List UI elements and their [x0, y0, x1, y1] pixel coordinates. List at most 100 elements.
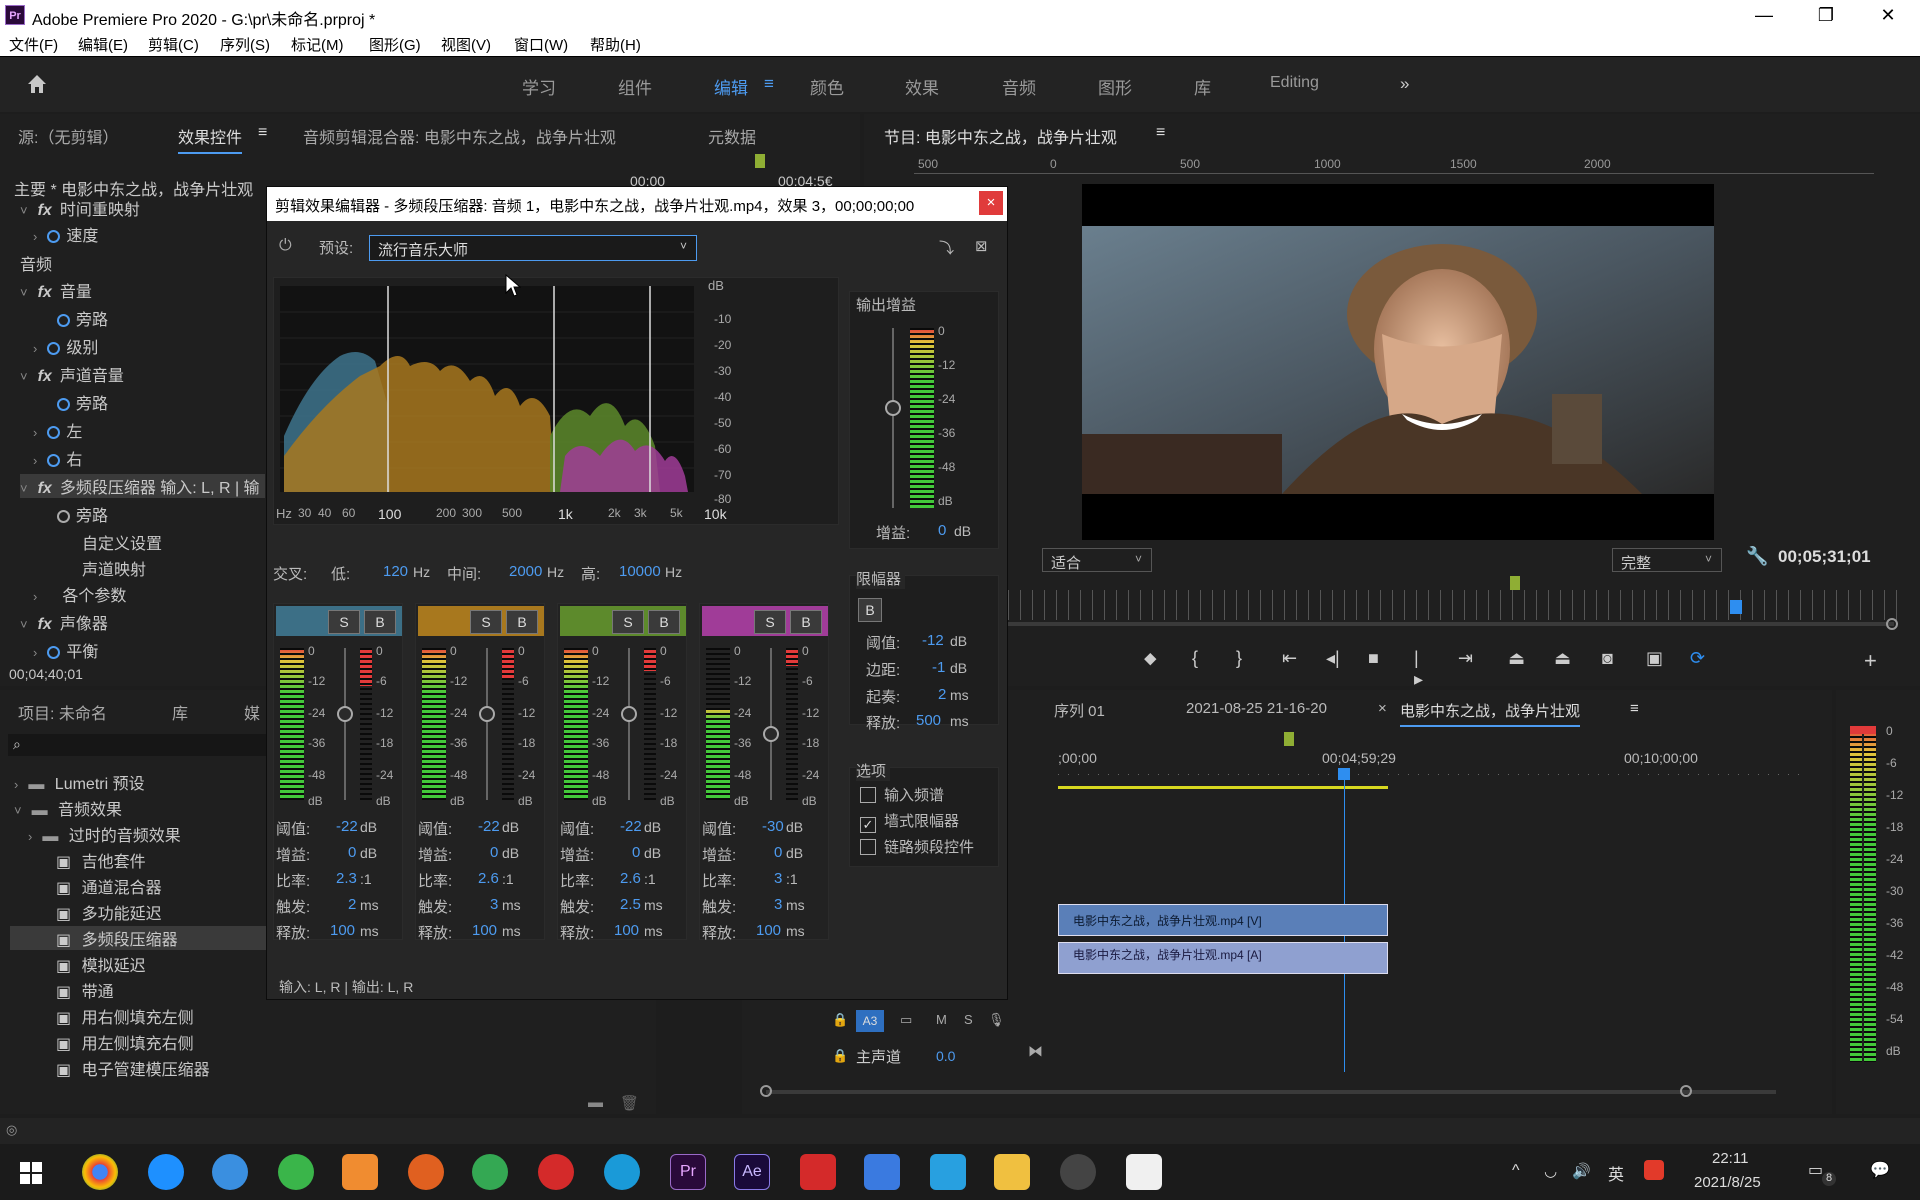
workspace-menu-icon[interactable]: ≡ [764, 74, 774, 94]
home-icon[interactable] [26, 73, 48, 95]
band-3-ratio-value[interactable]: 2.6 [620, 870, 641, 887]
timeline-menu-icon[interactable]: ≡ [1630, 700, 1639, 717]
menu-markers[interactable]: 标记(M) [291, 34, 344, 55]
menu-window[interactable]: 窗口(W) [514, 34, 568, 55]
solo-button[interactable]: S [964, 1012, 973, 1027]
band-2-solo-button[interactable]: S [470, 610, 502, 634]
output-gain-knob[interactable] [885, 400, 901, 416]
crossover-high-value[interactable]: 10000 [619, 563, 661, 580]
workspace-tab-graphics[interactable]: 图形 [1098, 74, 1132, 99]
workspace-tab-assembly[interactable]: 组件 [618, 74, 652, 99]
menu-graphics[interactable]: 图形(G) [369, 34, 421, 55]
ec-row-time-remap[interactable]: ˅ fx 时间重映射 [20, 196, 140, 220]
band-2-ratio-value[interactable]: 2.6 [478, 870, 499, 887]
band-2-threshold-value[interactable]: -22 [478, 818, 500, 835]
timeline-tab-2[interactable]: 2021-08-25 21-16-20 [1186, 700, 1327, 717]
close-tab-icon[interactable]: × [1378, 700, 1387, 717]
workspace-tab-effects[interactable]: 效果 [905, 74, 939, 99]
scroll-handle[interactable] [1886, 618, 1898, 630]
ec-row-channel-volume[interactable]: ˅ fx 声道音量 [20, 362, 124, 386]
list-item[interactable]: ▣ 带通 [56, 978, 114, 1002]
app-icon[interactable] [1126, 1154, 1162, 1190]
band-2-threshold-track[interactable] [486, 648, 488, 800]
ec-row-bypass-2[interactable]: 旁路 [57, 390, 108, 414]
restore-button[interactable]: ❐ [1806, 2, 1846, 28]
list-item[interactable]: ▣ 用左侧填充右侧 [56, 1030, 194, 1054]
ec-row-speed[interactable]: › 速度 [33, 222, 98, 246]
sync-lock-icon[interactable]: ▭ [900, 1012, 912, 1028]
extract-icon[interactable]: ⏏ [1554, 648, 1571, 669]
band-3-release-value[interactable]: 100 [614, 922, 639, 939]
ec-row-right[interactable]: › 右 [33, 446, 82, 470]
band-4-threshold-value[interactable]: -30 [762, 818, 784, 835]
list-item[interactable]: ▣ 用右侧填充左侧 [56, 1004, 194, 1028]
add-button-icon[interactable]: + [1864, 648, 1877, 674]
timeline-scrollbar[interactable] [766, 1090, 1776, 1094]
band-3-bypass-button[interactable]: B [648, 610, 680, 634]
power-icon[interactable]: ⏻ [279, 237, 292, 255]
delete-icon[interactable]: 🗑 [620, 1094, 639, 1112]
app-icon[interactable] [278, 1154, 314, 1190]
workspace-tab-libraries[interactable]: 库 [1194, 74, 1211, 99]
playhead-icon[interactable] [1730, 600, 1742, 614]
zoom-scrollbar[interactable] [964, 622, 1894, 626]
band-2-gain-value[interactable]: 0 [490, 844, 498, 861]
program-timecode[interactable]: 00;05;31;01 [1778, 547, 1871, 567]
input-spectrum-checkbox[interactable]: 输入频谱 [860, 784, 944, 805]
delete-preset-icon[interactable]: ⊠ [975, 237, 988, 255]
workspace-tab-color[interactable]: 颜色 [810, 74, 844, 99]
band-4-gain-value[interactable]: 0 [774, 844, 782, 861]
lock-icon[interactable]: 🔒 [832, 1012, 848, 1028]
limiter-release-value[interactable]: 500 [916, 712, 941, 729]
master-track-value[interactable]: 0.0 [936, 1048, 955, 1064]
wps-icon[interactable] [800, 1154, 836, 1190]
output-gain-value[interactable]: 0 [938, 522, 946, 539]
premiere-taskbar-icon[interactable]: Pr [670, 1154, 706, 1190]
volume-icon[interactable]: 🔊 [1572, 1162, 1591, 1180]
timeline-tab-3[interactable]: 电影中东之战，战争片壮观 [1400, 700, 1581, 727]
ec-row-volume[interactable]: ˅ fx 音量 [20, 278, 92, 302]
audio-clip[interactable]: 电影中东之战，战争片壮观.mp4 [A] [1058, 942, 1388, 974]
qq-browser-icon[interactable] [148, 1154, 184, 1190]
ec-row-custom-setup[interactable]: 自定义设置 [82, 530, 162, 554]
band-1-ratio-value[interactable]: 2.3 [336, 870, 357, 887]
band-2-bypass-button[interactable]: B [506, 610, 538, 634]
tab-menu-icon[interactable]: ≡ [258, 124, 267, 142]
menu-help[interactable]: 帮助(H) [590, 34, 641, 55]
band-3-threshold-knob[interactable] [621, 706, 637, 722]
mute-button[interactable]: M [936, 1012, 947, 1027]
close-window-button[interactable]: ✕ [1868, 2, 1908, 28]
minimize-button[interactable]: — [1744, 2, 1784, 28]
program-time-ruler[interactable] [864, 590, 1904, 620]
band-4-ratio-value[interactable]: 3 [774, 870, 782, 887]
band-3-threshold-track[interactable] [628, 648, 630, 800]
timeline-tab-1[interactable]: 序列 01 [1054, 700, 1105, 721]
network-icon[interactable]: ◡ [1544, 1162, 1557, 1180]
tab-effect-controls[interactable]: 效果控件 [178, 124, 243, 154]
video-clip[interactable]: 电影中东之战，战争片壮观.mp4 [V] [1058, 904, 1388, 936]
band-4-release-value[interactable]: 100 [756, 922, 781, 939]
after-effects-taskbar-icon[interactable]: Ae [734, 1154, 770, 1190]
chrome-icon[interactable] [82, 1154, 118, 1190]
list-item-selected[interactable]: ▣ 多频段压缩器 [10, 926, 310, 950]
ec-row-channel-map[interactable]: 声道映射 [82, 556, 146, 580]
list-item[interactable]: ▣ 电子管建模压缩器 [56, 1056, 210, 1080]
list-item[interactable]: ▣ 吉他套件 [56, 848, 146, 872]
workspace-tab-learn[interactable]: 学习 [522, 74, 556, 99]
app-icon[interactable] [342, 1154, 378, 1190]
band-3-gain-value[interactable]: 0 [632, 844, 640, 861]
limiter-margin-value[interactable]: -1 [932, 659, 945, 676]
band-1-gain-value[interactable]: 0 [348, 844, 356, 861]
mark-out-icon[interactable]: } [1236, 648, 1242, 669]
band-1-bypass-button[interactable]: B [364, 610, 396, 634]
go-to-end-icon[interactable]: ⧓ [1028, 1042, 1043, 1060]
program-menu-icon[interactable]: ≡ [1156, 124, 1165, 142]
clock-date[interactable]: 2021/8/25 [1694, 1174, 1761, 1191]
tab-metadata[interactable]: 元数据 [708, 124, 756, 148]
band-2-release-value[interactable]: 100 [472, 922, 497, 939]
clip-indicator[interactable] [1850, 726, 1876, 734]
track-target-a3[interactable]: A3 [856, 1010, 884, 1032]
tab-project[interactable]: 项目: 未命名 [18, 700, 107, 724]
limiter-bypass-button[interactable]: B [858, 598, 882, 622]
band-4-threshold-track[interactable] [770, 648, 772, 800]
